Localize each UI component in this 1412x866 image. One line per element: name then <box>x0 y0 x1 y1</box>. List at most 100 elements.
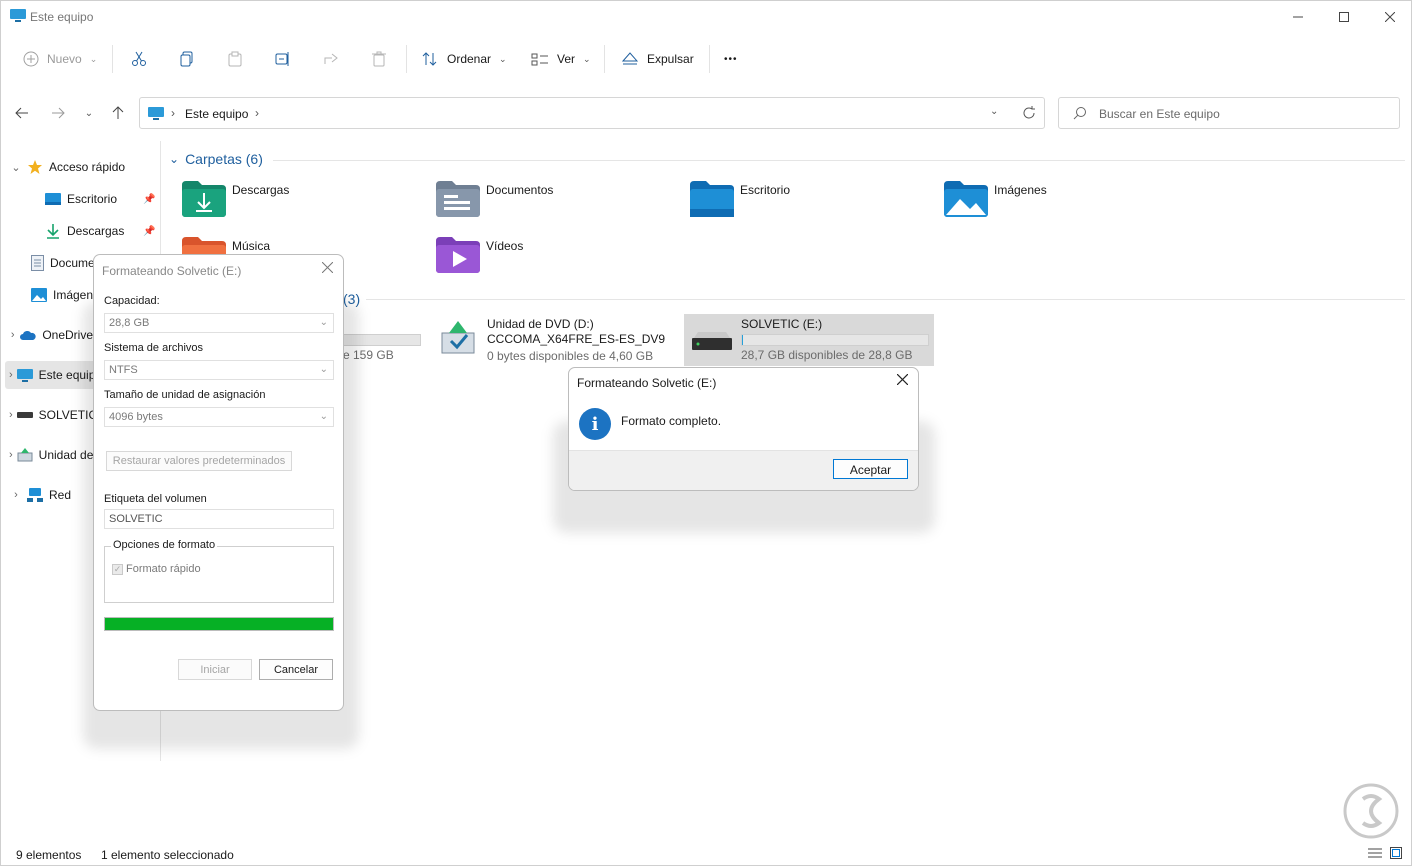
close-button[interactable] <box>1367 1 1412 33</box>
filesystem-select[interactable]: NTFS ⌄ <box>104 360 334 380</box>
search-box[interactable]: Buscar en Este equipo <box>1058 97 1400 129</box>
chevron-right-icon[interactable]: › <box>9 329 16 341</box>
maximize-button[interactable] <box>1321 1 1367 33</box>
paste-button[interactable] <box>227 41 243 77</box>
chevron-right-icon[interactable]: › <box>9 409 13 421</box>
documents-folder-icon <box>436 181 480 217</box>
chevron-right-icon[interactable]: › <box>255 106 259 120</box>
allocation-size-label: Tamaño de unidad de asignación <box>104 389 266 401</box>
format-progress-fill <box>105 618 333 630</box>
recent-locations-button[interactable]: ⌄ <box>78 99 100 127</box>
format-options-label: Opciones de formato <box>111 539 218 551</box>
nav-solvetic-drive[interactable]: › SOLVETIC (E:) <box>9 401 93 429</box>
sort-button[interactable]: Ordenar ⌄ <box>421 41 507 77</box>
nav-item-descargas[interactable]: Descargas <box>27 217 161 245</box>
status-item-count: 9 elementos <box>16 848 82 862</box>
message-footer: Aceptar <box>569 450 918 490</box>
close-icon[interactable] <box>897 374 908 385</box>
nav-item-imagenes[interactable]: Imágenes <box>27 281 93 309</box>
this-pc-icon <box>16 367 33 383</box>
chevron-down-icon: ⌄ <box>84 107 94 119</box>
address-bar[interactable]: › Este equipo › ⌄ <box>139 97 1045 129</box>
more-options-button[interactable]: ••• <box>724 41 738 77</box>
download-arrow-icon <box>45 223 61 239</box>
cut-button[interactable] <box>131 41 147 77</box>
folders-section-title: Carpetas (6) <box>185 151 263 167</box>
tiles-view-icon[interactable] <box>1390 847 1402 859</box>
refresh-icon[interactable] <box>1022 106 1036 120</box>
view-button[interactable]: Ver ⌄ <box>531 41 591 77</box>
this-pc-icon <box>148 107 164 120</box>
network-icon <box>27 487 43 503</box>
folder-escritorio[interactable]: Escritorio <box>690 181 930 229</box>
share-button[interactable] <box>323 41 339 77</box>
folder-videos[interactable]: Vídeos <box>436 237 676 285</box>
new-button[interactable]: Nuevo ⌄ <box>23 41 97 77</box>
usb-drive-icon <box>16 407 33 423</box>
restore-defaults-button[interactable]: Restaurar valores predeterminados <box>106 451 292 471</box>
address-history-dropdown[interactable]: ⌄ <box>990 106 998 117</box>
share-icon <box>324 53 338 64</box>
folder-descargas[interactable]: Descargas <box>182 181 422 229</box>
picture-icon <box>31 287 47 303</box>
filesystem-label: Sistema de archivos <box>104 342 204 354</box>
rename-button[interactable] <box>275 41 291 77</box>
up-button[interactable] <box>107 99 129 127</box>
delete-button[interactable] <box>371 41 387 77</box>
trash-icon <box>372 51 386 67</box>
chevron-right-icon[interactable]: › <box>9 489 23 501</box>
sort-icon <box>422 52 437 66</box>
allocation-size-value: 4096 bytes <box>109 411 163 423</box>
arrow-right-icon <box>52 107 65 119</box>
start-button[interactable]: Iniciar <box>178 659 252 680</box>
nav-item-escritorio[interactable]: Escritorio <box>27 185 161 213</box>
nav-label: Acceso rápido <box>49 160 126 174</box>
videos-folder-icon <box>436 237 480 273</box>
allocation-size-select[interactable]: 4096 bytes ⌄ <box>104 407 334 427</box>
minimize-button[interactable] <box>1275 1 1321 33</box>
sort-label: Ordenar <box>447 52 492 66</box>
drive-usage-fill <box>742 335 743 345</box>
window-title: Este equipo <box>30 10 94 24</box>
folders-section-header[interactable]: ⌄ Carpetas (6) <box>169 151 263 167</box>
chevron-right-icon[interactable]: › <box>9 449 13 461</box>
folder-imagenes[interactable]: Imágenes <box>944 181 1184 229</box>
title-bar: Este equipo <box>1 1 1411 33</box>
usb-drive-icon <box>692 332 732 350</box>
nav-quick-access[interactable]: ⌄ Acceso rápido <box>9 153 125 181</box>
ok-button[interactable]: Aceptar <box>833 459 908 479</box>
quick-format-checkbox[interactable]: ✓ Formato rápido <box>112 563 201 575</box>
capacity-value: 28,8 GB <box>109 317 150 329</box>
back-button[interactable] <box>11 99 33 127</box>
close-icon[interactable] <box>322 262 333 273</box>
section-divider <box>273 160 1405 161</box>
status-selection: 1 elemento seleccionado <box>101 848 234 862</box>
chevron-right-icon: › <box>171 106 175 120</box>
nav-this-pc[interactable]: › Este equipo <box>9 361 93 389</box>
cancel-button[interactable]: Cancelar <box>259 659 333 680</box>
format-dialog-title: Formateando Solvetic (E:) <box>102 264 242 278</box>
volume-label-input[interactable]: SOLVETIC <box>104 509 334 529</box>
chevron-right-icon[interactable]: › <box>9 369 13 381</box>
details-view-icon[interactable] <box>1368 847 1382 859</box>
chevron-down-icon[interactable]: ⌄ <box>9 161 23 174</box>
copy-button[interactable] <box>179 41 195 77</box>
chevron-down-icon: ⌄ <box>169 152 180 166</box>
star-icon <box>27 159 43 175</box>
chevron-down-icon: ⌄ <box>499 53 507 64</box>
format-dialog: Formateando Solvetic (E:) Capacidad: 28,… <box>93 254 344 711</box>
nav-item-documentos[interactable]: Documentos <box>27 249 93 277</box>
chevron-down-icon: ⌄ <box>583 53 591 64</box>
breadcrumb-this-pc[interactable]: Este equipo <box>185 107 248 121</box>
divider <box>709 45 710 73</box>
eject-button[interactable]: Expulsar <box>621 41 694 77</box>
nav-dvd-drive[interactable]: › Unidad de DVD (D:) CCCOMA_X64FRE_ES-ES… <box>9 441 93 469</box>
drive-solvetic[interactable]: SOLVETIC (E:) 28,7 GB disponibles de 28,… <box>684 314 934 366</box>
nav-network[interactable]: › Red <box>9 481 93 509</box>
nav-onedrive[interactable]: › OneDrive <box>9 321 93 349</box>
capacity-select[interactable]: 28,8 GB ⌄ <box>104 313 334 333</box>
drive-dvd[interactable]: Unidad de DVD (D:) CCCOMA_X64FRE_ES-ES_D… <box>439 315 679 365</box>
search-icon <box>1073 107 1086 120</box>
folder-documentos[interactable]: Documentos <box>436 181 676 229</box>
forward-button[interactable] <box>47 99 69 127</box>
